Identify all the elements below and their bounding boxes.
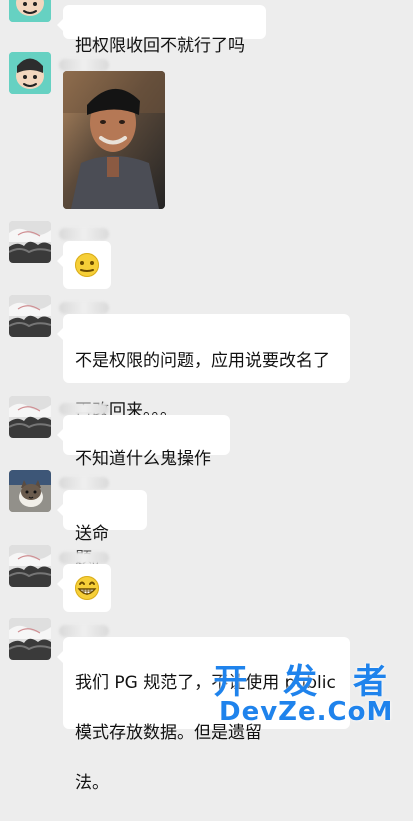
message-text: 把权限收回不就行了吗 (75, 36, 245, 56)
grin-emoji-icon[interactable] (57, 564, 111, 612)
user-avatar-icon[interactable] (9, 618, 51, 660)
message-text-line-2: 模式存放数据。但是遗留 (75, 723, 262, 743)
sender-name (59, 59, 109, 71)
cartoon-avatar-icon[interactable] (9, 52, 51, 94)
message-bubble[interactable]: 把权限收回不就行了吗 (57, 5, 266, 56)
portrait-photo-icon[interactable] (63, 71, 165, 209)
sender-name (59, 477, 109, 489)
message-bubble[interactable]: 不知道什么鬼操作 (57, 415, 230, 469)
user-avatar-icon[interactable] (9, 221, 51, 263)
cartoon-avatar-icon[interactable] (9, 0, 51, 22)
message-text-line-1: 不是权限的问题，应用说要改名了 (75, 351, 330, 371)
cat-avatar-icon[interactable] (9, 470, 51, 512)
sender-name (59, 625, 109, 637)
message-text-line-1: 我们 PG 规范了，不让使用 public (75, 673, 336, 693)
sender-name (59, 403, 109, 415)
message-text: 不知道什么鬼操作 (75, 449, 211, 469)
message-text-line-3: 法。 (75, 773, 109, 793)
sender-name (59, 228, 109, 240)
user-avatar-icon[interactable] (9, 545, 51, 587)
message-bubble[interactable]: 我们 PG 规范了，不让使用 public 模式存放数据。但是遗留 法。 (57, 637, 350, 793)
message-bubble[interactable]: 不是权限的问题，应用说要改名了 再改回来。。。 (57, 314, 350, 421)
user-avatar-icon[interactable] (9, 295, 51, 337)
awkward-smile-emoji-icon[interactable] (57, 241, 111, 289)
message-bubble[interactable]: 送命题。 (57, 490, 147, 569)
sender-name (59, 552, 109, 564)
user-avatar-icon[interactable] (9, 396, 51, 438)
sender-name (59, 302, 109, 314)
